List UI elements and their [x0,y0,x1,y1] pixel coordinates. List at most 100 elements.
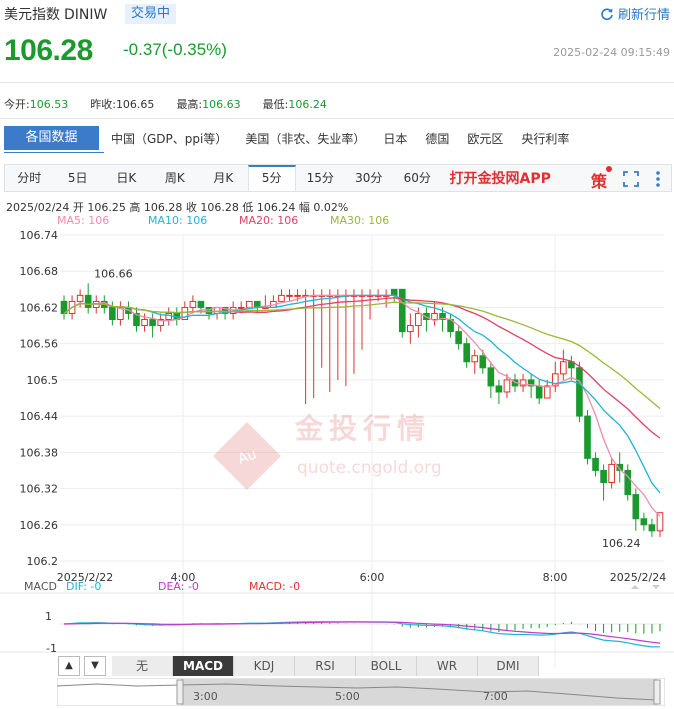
scroll-up-icon[interactable] [631,585,639,589]
fullscreen-icon[interactable] [623,171,639,187]
zoom-out-button[interactable]: ▼ [84,656,106,676]
macd-dea: DEA: -0 [158,580,199,593]
watermark: Au 金投行情 quote.cngold.org [213,412,442,490]
candle-body [294,294,301,297]
period-tab-weekly[interactable]: 周K [151,165,200,191]
candle-body [197,300,205,308]
navigator-left-handle[interactable] [176,679,184,705]
kline-chart[interactable]: Au 金投行情 quote.cngold.org 106.74106.68106… [0,228,674,668]
period-tab-5min[interactable]: 5分 [247,165,296,191]
tab-japan[interactable]: 日本 [383,130,407,147]
y-tick-label: 106.32 [20,483,59,496]
tab-eurozone[interactable]: 欧元区 [467,130,503,147]
open-app-link[interactable]: 打开金投网APP [450,168,551,188]
period-tab-30min[interactable]: 30分 [345,165,394,191]
candle-body [415,312,422,327]
candle-body [245,300,253,308]
ma5-label: MA5: 106 [57,214,110,227]
candle-body [608,463,615,484]
tab-country-data[interactable]: 各国数据 [4,126,99,150]
candle-body [535,385,543,399]
candle-body [560,361,567,375]
country-data-tabs: 各国数据 中国（GDP、ppi等） 美国（非农、失业率） 日本 德国 欧元区 央… [4,126,587,150]
period-selector: 分时 5日 日K 周K 月K 5分 15分 30分 60分 打开金投网APP 策 [4,164,672,192]
stat-label: 最低: [262,98,289,111]
period-tab-5day[interactable]: 5日 [54,165,103,191]
indicator-tab-none[interactable]: 无 [112,656,173,676]
period-tab-monthly[interactable]: 月K [199,165,248,191]
strategy-icon[interactable]: 策 [591,166,613,192]
candle-body [503,379,511,393]
period-tab-daily[interactable]: 日K [102,165,151,191]
candle-body [84,294,92,308]
high-annotation: 106.66 [94,267,133,280]
candle-body [149,319,156,327]
zoom-in-button[interactable]: ▲ [58,656,80,676]
candle-body [189,300,197,308]
candle-body [109,306,116,321]
price-change: -0.37(-0.35%) [123,40,227,59]
candles [60,283,664,537]
indicator-tab-boll[interactable]: BOLL [356,656,417,676]
stat-value: 106.63 [202,98,241,111]
stat-value: 106.53 [29,98,69,111]
candle-body [286,294,293,297]
x-tick-label: 8:00 [543,571,568,584]
macd-title: MACD [24,580,57,593]
candle-body [584,415,591,459]
macd-tick-1: 1 [45,610,52,623]
candle-body [237,306,245,309]
candle-body [165,312,173,321]
stat-low: 最低:106.24 [263,96,327,112]
ma20-label: MA20: 106 [239,214,299,227]
y-tick-label: 106.68 [20,265,59,278]
period-tab-15min[interactable]: 15分 [296,165,345,191]
navigator-right-handle[interactable] [653,679,661,705]
indicator-tab-kdj[interactable]: KDJ [234,656,295,676]
status-badge: 交易中 [125,4,177,24]
time-navigator[interactable]: 3:00 5:00 7:00 [57,678,665,706]
navigator-time: 5:00 [335,690,360,703]
y-tick-label: 106.44 [20,410,59,423]
macd-tick-minus1: -1 [46,642,57,655]
candle-body [398,288,406,333]
refresh-button[interactable]: 刷新行情 [600,4,670,23]
candle-body [141,319,148,327]
instrument-title: 美元指数 DINIW [4,4,107,24]
candle-body [278,294,285,302]
stat-high: 最高:106.63 [176,96,240,112]
period-tab-60min[interactable]: 60分 [393,165,442,191]
candle-body [479,355,487,369]
indicator-tab-wr[interactable]: WR [417,656,478,676]
candle-body [640,518,648,526]
tab-germany[interactable]: 德国 [425,130,449,147]
y-tick-label: 106.5 [27,374,59,387]
candle-body [495,385,503,393]
indicator-tab-macd[interactable]: MACD [173,656,234,676]
y-axis: 106.74 106.68 106.62 106.56 106.5 106.44 106.3… [20,229,59,568]
watermark-url: quote.cngold.org [297,458,442,478]
macd-dif-line [63,621,661,648]
indicator-tab-rsi[interactable]: RSI [295,656,356,676]
stat-value: 106.24 [288,98,327,111]
tab-usa[interactable]: 美国（非农、失业率） [245,130,365,147]
watermark-brand: 金投行情 [294,412,431,445]
indicator-tab-dmi[interactable]: DMI [478,656,539,676]
navigator-time: 3:00 [193,690,218,703]
zoom-arrows: ▲ ▼ [58,656,106,676]
navigator-selection[interactable] [181,679,657,705]
low-annotation: 106.24 [602,537,641,550]
instrument-name: 美元指数 [4,7,60,23]
candle-body [600,469,607,484]
x-tick-label: 6:00 [360,571,385,584]
period-tab-timeshare[interactable]: 分时 [5,165,54,191]
indicator-tabs: 无 MACD KDJ RSI BOLL WR DMI [112,656,539,676]
y-tick-label: 106.2 [27,555,59,568]
candle-body [487,367,495,387]
more-menu-icon[interactable] [655,170,661,188]
tab-china[interactable]: 中国（GDP、ppi等） [111,130,227,147]
tab-central-bank-rates[interactable]: 央行利率 [521,130,569,147]
candle-body [632,494,640,520]
x-axis: 2025/2/22 4:00 6:00 8:00 2025/2/24 [57,571,666,584]
scroll-down-icon[interactable] [652,585,660,589]
